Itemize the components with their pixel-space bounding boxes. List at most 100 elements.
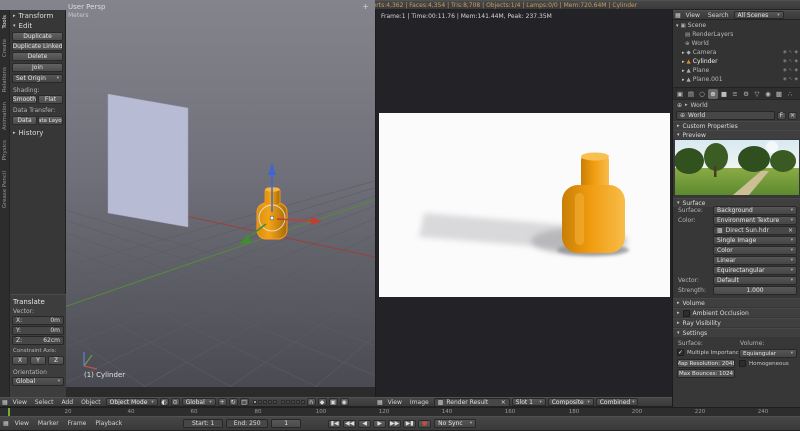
add-menu[interactable]: Add xyxy=(58,399,76,406)
tab-particles[interactable]: ∴ xyxy=(785,89,795,99)
image-editor[interactable]: Frame:1 | Time:00:11.76 | Mem:141.44M, P… xyxy=(375,10,672,397)
tab-object[interactable]: ■ xyxy=(719,89,729,99)
multiple-importance-checkbox[interactable]: ✓ xyxy=(677,349,684,356)
orientation-dropdown[interactable]: Global ▾ xyxy=(12,377,64,386)
color-source-dropdown[interactable]: Environment Texture ▾ xyxy=(713,216,797,225)
mode-dropdown[interactable]: Object Mode ▾ xyxy=(105,398,158,406)
surface-type-dropdown[interactable]: Background ▾ xyxy=(713,206,797,215)
constraint-z-toggle[interactable]: Z xyxy=(48,356,64,365)
panel-header-settings[interactable]: ▾ Settings xyxy=(673,328,800,337)
panel-header-history[interactable]: ▸ History xyxy=(13,129,43,137)
backdrop-plane-object[interactable] xyxy=(107,93,189,228)
jump-to-start-button[interactable]: ▮◀ xyxy=(328,419,342,428)
map-resolution-slider[interactable]: Map Resolution: 2048 xyxy=(677,359,735,368)
jump-to-end-button[interactable]: ▶▮ xyxy=(403,419,417,428)
viewport-shading-icon[interactable]: ◐ xyxy=(159,398,169,406)
image-view-menu[interactable]: View xyxy=(385,399,405,406)
image-datablock-field[interactable]: ▩ Render Result × xyxy=(433,398,510,406)
outliner-row-plane[interactable]: ▸ ▲ Plane ◉ ↖ ◆ xyxy=(673,66,800,75)
opengl-render-anim-icon[interactable]: ◉ xyxy=(339,398,349,406)
join-button[interactable]: Join xyxy=(12,63,63,72)
timeline-view-menu[interactable]: View xyxy=(12,420,32,427)
image-menu[interactable]: Image xyxy=(407,399,432,406)
timeline-marker-menu[interactable]: Marker xyxy=(35,420,62,427)
cursor-icon[interactable]: ↖ xyxy=(789,50,793,55)
vector-dropdown[interactable]: Default ▾ xyxy=(713,276,797,285)
snap-magnet-icon[interactable]: ∩ xyxy=(306,398,316,406)
transform-orientation-dropdown[interactable]: Global ▾ xyxy=(181,398,216,406)
object-menu[interactable]: Object xyxy=(78,399,104,406)
set-origin-dropdown[interactable]: Set Origin ▾ xyxy=(12,74,63,83)
select-menu[interactable]: Select xyxy=(32,399,57,406)
render-toggle-icon[interactable]: ◆ xyxy=(795,77,798,82)
outliner-row-plane-001[interactable]: ▸ ▲ Plane.001 ◉ ↖ ◆ xyxy=(673,75,800,84)
render-pass-dropdown[interactable]: Combined ▾ xyxy=(595,398,638,406)
editor-type-icon[interactable]: ▦ xyxy=(3,420,9,427)
outliner-row-camera[interactable]: ▸ ◆ Camera ◉ ↖ ◆ xyxy=(673,48,800,57)
homogeneous-row[interactable]: Homogeneous xyxy=(739,360,789,367)
tab-render[interactable]: ▣ xyxy=(675,89,685,99)
editor-type-icon[interactable]: ▦ xyxy=(2,399,8,406)
world-datablock-field[interactable]: ⊕ World xyxy=(676,111,775,120)
panel-header-custom-properties[interactable]: ▸ Custom Properties xyxy=(673,121,800,130)
panel-header-ray-visibility[interactable]: ▸ Ray Visibility xyxy=(673,318,800,327)
properties-region-expander[interactable]: + xyxy=(362,2,369,11)
outliner-menu-search[interactable]: Search xyxy=(705,12,732,19)
strength-slider[interactable]: 1.000 xyxy=(713,286,797,295)
unlink-datablock-button[interactable]: × xyxy=(788,111,797,120)
translate-z-field[interactable]: Z: 62cm xyxy=(12,336,64,345)
tab-scene[interactable]: ○ xyxy=(697,89,707,99)
slot-dropdown[interactable]: Slot 1 ▾ xyxy=(511,398,546,406)
data-button[interactable]: Data xyxy=(12,116,37,125)
data-layout-button[interactable]: Data Layout xyxy=(38,116,63,125)
manipulator-translate-icon[interactable]: + xyxy=(217,398,227,406)
timeline-ruler[interactable]: 20 40 60 80 100 120 140 160 180 200 220 … xyxy=(0,407,800,417)
shade-smooth-button[interactable]: Smooth xyxy=(12,95,37,104)
render-toggle-icon[interactable]: ◆ xyxy=(795,68,798,73)
eye-icon[interactable]: ◉ xyxy=(783,68,787,73)
image-source-dropdown[interactable]: Single Image ▾ xyxy=(713,236,797,245)
snap-element-icon[interactable]: ◆ xyxy=(317,398,327,406)
timeline-playback-menu[interactable]: Playback xyxy=(92,420,125,427)
translate-x-field[interactable]: X: 0m xyxy=(12,316,64,325)
ao-checkbox[interactable] xyxy=(682,309,690,317)
eye-icon[interactable]: ◉ xyxy=(783,50,787,55)
duplicate-button[interactable]: Duplicate xyxy=(12,32,63,41)
volume-sampling-dropdown[interactable]: Equiangular ▾ xyxy=(739,349,797,358)
tab-create[interactable]: Create xyxy=(2,39,8,57)
pivot-point-icon[interactable]: ⊙ xyxy=(170,398,180,406)
opengl-render-icon[interactable]: ▣ xyxy=(328,398,338,406)
next-keyframe-button[interactable]: ▶▶ xyxy=(388,419,402,428)
tab-material[interactable]: ◉ xyxy=(763,89,773,99)
editor-type-icon[interactable]: ▦ xyxy=(675,12,681,19)
record-button[interactable]: ● xyxy=(418,419,432,428)
tab-render-layers[interactable]: ▤ xyxy=(686,89,696,99)
tab-tools[interactable]: Tools xyxy=(2,15,8,29)
panel-header-transform[interactable]: ▸ Transform xyxy=(13,12,53,20)
layers-widget[interactable] xyxy=(252,400,305,404)
render-toggle-icon[interactable]: ◆ xyxy=(795,59,798,64)
outliner-row-world[interactable]: ⊕ World xyxy=(673,39,800,48)
delete-button[interactable]: Delete xyxy=(12,52,63,61)
tab-relations[interactable]: Relations xyxy=(2,67,8,92)
eye-icon[interactable]: ◉ xyxy=(783,59,787,64)
shade-flat-button[interactable]: Flat xyxy=(38,95,63,104)
play-reverse-button[interactable]: ◀ xyxy=(358,419,372,428)
panel-header-preview[interactable]: ▾ Preview xyxy=(673,130,800,139)
projection-dropdown[interactable]: Equirectangular ▾ xyxy=(713,266,797,275)
render-layer-dropdown[interactable]: Composite ▾ xyxy=(547,398,594,406)
panel-header-edit[interactable]: ▾ Edit xyxy=(13,22,32,30)
fake-user-button[interactable]: F xyxy=(777,111,786,120)
unlink-image-icon[interactable]: × xyxy=(501,399,506,406)
homogeneous-checkbox[interactable] xyxy=(739,360,746,367)
tab-texture[interactable]: ▩ xyxy=(774,89,784,99)
constraint-x-toggle[interactable]: X xyxy=(12,356,28,365)
outliner-row-cylinder[interactable]: ▸ ▲ Cylinder ◉ ↖ ◆ xyxy=(673,57,800,66)
interpolation-dropdown[interactable]: Linear ▾ xyxy=(713,256,797,265)
cursor-icon[interactable]: ↖ xyxy=(789,77,793,82)
translate-y-field[interactable]: Y: 0m xyxy=(12,326,64,335)
frame-start-field[interactable]: Start: 1 xyxy=(183,419,224,428)
manipulator-rotate-icon[interactable]: ↻ xyxy=(228,398,238,406)
panel-header-ambient-occlusion[interactable]: ▸ Ambient Occlusion xyxy=(673,308,800,317)
sync-dropdown[interactable]: No Sync ▾ xyxy=(434,419,477,428)
